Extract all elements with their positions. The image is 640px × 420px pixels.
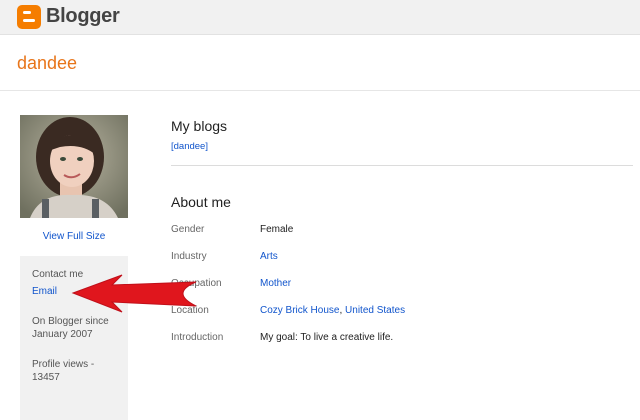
profile-username: dandee <box>17 53 78 73</box>
contact-me-label: Contact me <box>32 269 84 280</box>
about-me-heading: About me <box>171 194 231 210</box>
occupation-link[interactable]: Mother <box>260 278 291 289</box>
app-name[interactable]: Blogger <box>46 5 120 28</box>
introduction-value: My goal: To live a creative life. <box>260 332 394 343</box>
blogger-logo-icon[interactable] <box>17 5 41 29</box>
gender-label: Gender <box>171 224 205 235</box>
on-blogger-since-date: January 2007 <box>32 329 93 340</box>
header-divider <box>0 90 640 91</box>
location-label: Location <box>171 305 209 316</box>
occupation-label: Occupation <box>171 278 222 289</box>
view-full-size-link[interactable]: View Full Size <box>20 231 128 242</box>
location-value: Cozy Brick House, United States <box>260 305 405 316</box>
location-separator: , <box>339 305 343 316</box>
profile-views-count: 13457 <box>32 372 60 383</box>
top-bar: Blogger <box>0 0 640 35</box>
industry-link[interactable]: Arts <box>260 251 278 262</box>
profile-views: Profile views - 13457 <box>32 358 122 384</box>
location-place-link[interactable]: Cozy Brick House <box>260 305 339 316</box>
on-blogger-since: On Blogger since January 2007 <box>32 315 122 341</box>
industry-label: Industry <box>171 251 207 262</box>
my-blogs-heading: My blogs <box>171 118 228 134</box>
introduction-label: Introduction <box>171 332 224 343</box>
on-blogger-since-label: On Blogger since <box>32 316 109 327</box>
blog-link[interactable]: [dandee] <box>171 141 208 152</box>
email-link[interactable]: Email <box>32 286 57 297</box>
profile-photo[interactable] <box>20 115 128 218</box>
location-country-link[interactable]: United States <box>345 305 405 316</box>
gender-value: Female <box>260 224 294 235</box>
section-divider <box>171 165 633 166</box>
profile-views-label: Profile views - <box>32 359 95 370</box>
